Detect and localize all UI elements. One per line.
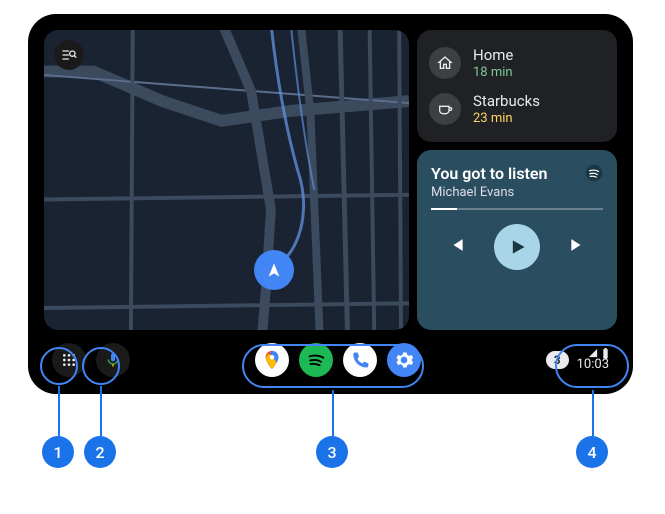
previous-track-button[interactable] [442,231,470,263]
app-launcher-button[interactable] [52,343,86,377]
current-location-marker [254,250,294,290]
destination-time: 18 min [473,65,513,80]
spotify-app[interactable] [299,343,333,377]
phone-app[interactable] [343,343,377,377]
coffee-icon [429,93,461,125]
phone-icon [350,350,370,370]
callout-line [100,386,102,436]
screen: Home 18 min Starbucks 23 min [38,24,623,384]
callout-line [58,386,60,436]
microphone-icon [105,350,121,370]
home-icon [429,47,461,79]
callout-number-2: 2 [84,436,116,468]
callout-number-3: 3 [316,436,348,468]
playback-progress[interactable] [431,208,603,210]
play-icon [507,237,527,257]
callout-number-4: 4 [576,436,608,468]
app-dock [138,343,538,377]
clock: 10:03 [577,357,609,372]
destination-name: Starbucks [473,92,540,110]
callout-line [592,390,594,436]
skip-previous-icon [446,235,466,255]
destinations-card: Home 18 min Starbucks 23 min [417,30,617,142]
destination-starbucks[interactable]: Starbucks 23 min [425,86,609,132]
navigation-bar: 3 10:03 [38,336,623,384]
map-roads [44,30,409,330]
voice-assistant-button[interactable] [96,343,130,377]
track-artist: Michael Evans [431,185,603,200]
media-controls [431,224,603,270]
navigation-arrow-icon [266,262,282,278]
status-area: 10:03 [577,348,609,372]
destination-name: Home [473,46,513,64]
media-player-card[interactable]: You got to listen Michael Evans [417,150,617,330]
callout-number-1: 1 [42,436,74,468]
google-maps-app[interactable] [255,343,289,377]
settings-app[interactable] [387,343,421,377]
gear-icon [394,350,414,370]
side-panel: Home 18 min Starbucks 23 min [417,30,617,330]
next-track-button[interactable] [564,231,592,263]
spotify-icon [305,349,327,371]
search-list-icon [61,47,77,63]
car-display-device: Home 18 min Starbucks 23 min [28,14,633,394]
main-content: Home 18 min Starbucks 23 min [38,24,623,336]
play-button[interactable] [494,224,540,270]
skip-next-icon [568,235,588,255]
destination-home[interactable]: Home 18 min [425,40,609,86]
maps-pin-icon [261,349,283,371]
destination-time: 23 min [473,111,540,126]
apps-grid-icon [61,352,77,368]
notification-count-badge[interactable]: 3 [546,351,569,369]
map-navigation-area[interactable] [44,30,409,330]
map-search-button[interactable] [54,40,84,70]
callout-line [332,390,334,436]
spotify-icon [585,164,603,186]
track-title: You got to listen [431,164,603,183]
